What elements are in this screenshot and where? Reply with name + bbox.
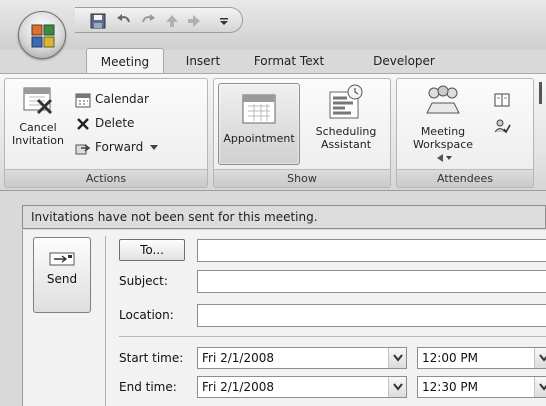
group-show-label: Show: [214, 169, 390, 187]
previous-item-icon[interactable]: [163, 12, 181, 30]
delete-label: Delete: [95, 116, 135, 130]
meeting-workspace-line1: Meeting: [420, 125, 466, 138]
send-button[interactable]: Send: [33, 237, 91, 313]
group-actions-label: Actions: [5, 169, 207, 187]
address-book-icon: [494, 93, 510, 106]
end-date-dropdown[interactable]: [388, 377, 406, 397]
save-icon[interactable]: [89, 12, 107, 30]
chevron-down-icon: [393, 354, 403, 362]
chevron-down-icon: [393, 383, 403, 391]
group-show: Appointment Scheduling Assistant Show: [213, 78, 391, 188]
start-date-dropdown[interactable]: [388, 348, 406, 368]
group-attendees: Meeting Workspace Attendees: [396, 78, 534, 188]
end-time-select[interactable]: 12:30 PM: [417, 376, 546, 398]
info-bar: Invitations have not been sent for this …: [22, 205, 546, 229]
start-time-label: Start time:: [119, 351, 184, 365]
customize-icon[interactable]: [215, 12, 233, 30]
redo-icon[interactable]: [139, 12, 157, 30]
outlook-meeting-window: Meeting Insert Format Text Developer Can…: [0, 0, 546, 406]
location-label: Location:: [119, 308, 174, 322]
appointment-button[interactable]: Appointment: [218, 83, 300, 165]
meeting-form: Send To... Subject: Location: Start time…: [22, 230, 546, 406]
send-icon: [49, 252, 75, 266]
start-date-value: Fri 2/1/2008: [202, 351, 275, 365]
end-time-value: 12:30 PM: [422, 380, 478, 394]
quick-access-toolbar: [75, 7, 243, 33]
start-time-value: 12:00 PM: [422, 351, 478, 365]
cancel-invitation-button[interactable]: Cancel Invitation: [7, 83, 69, 147]
address-book-button[interactable]: [493, 89, 515, 109]
chevron-down-icon: [539, 383, 546, 391]
start-date-select[interactable]: Fri 2/1/2008: [197, 347, 407, 369]
meeting-workspace-icon: [426, 85, 460, 114]
start-time-select[interactable]: 12:00 PM: [417, 347, 546, 369]
scheduling-assistant-line2: Assistant: [320, 138, 372, 151]
cancel-invitation-line2: Invitation: [12, 134, 64, 147]
to-button[interactable]: To...: [119, 239, 185, 261]
forward-button[interactable]: Forward: [75, 137, 162, 157]
scheduling-assistant-icon: [329, 84, 363, 119]
meeting-workspace-button[interactable]: Meeting Workspace: [405, 83, 481, 165]
check-names-icon: [494, 119, 511, 134]
delete-icon: [77, 117, 89, 130]
end-date-value: Fri 2/1/2008: [202, 380, 275, 394]
tab-format-text[interactable]: Format Text: [244, 48, 334, 74]
ribbon-tabs: Meeting Insert Format Text Developer: [74, 48, 546, 74]
group-actions: Cancel Invitation Calendar Delete Forwar…: [4, 78, 208, 188]
meeting-workspace-line2: Workspace: [412, 138, 474, 151]
responses-dropdown-icon: [437, 154, 452, 162]
end-time-dropdown[interactable]: [534, 377, 546, 397]
subject-label: Subject:: [119, 274, 168, 288]
form-divider: [119, 336, 546, 337]
end-date-select[interactable]: Fri 2/1/2008: [197, 376, 407, 398]
next-item-icon[interactable]: [185, 12, 203, 30]
location-field[interactable]: [197, 304, 546, 327]
group-attendees-label: Attendees: [397, 169, 533, 187]
scheduling-assistant-button[interactable]: Scheduling Assistant: [306, 83, 386, 151]
office-button[interactable]: [18, 11, 66, 59]
tab-insert[interactable]: Insert: [174, 48, 232, 74]
tab-meeting[interactable]: Meeting: [86, 48, 164, 74]
appointment-label: Appointment: [223, 132, 295, 145]
calendar-icon: [75, 93, 91, 107]
calendar-button[interactable]: Calendar: [75, 89, 149, 109]
tab-developer[interactable]: Developer: [364, 48, 444, 74]
subject-field[interactable]: [197, 270, 546, 293]
to-field[interactable]: [197, 239, 546, 262]
undo-icon[interactable]: [115, 12, 133, 30]
next-group-edge: [539, 82, 542, 104]
title-bar: [0, 0, 546, 50]
cancel-invitation-icon: [23, 87, 53, 115]
send-label: Send: [46, 272, 78, 286]
send-divider: [105, 236, 106, 406]
appointment-icon: [242, 94, 276, 124]
forward-label: Forward: [95, 140, 144, 154]
delete-button[interactable]: Delete: [75, 113, 134, 133]
cancel-invitation-line1: Cancel: [19, 121, 57, 134]
forward-icon: [75, 143, 91, 154]
scheduling-assistant-line1: Scheduling: [315, 125, 377, 138]
end-time-label: End time:: [119, 380, 177, 394]
ribbon: Cancel Invitation Calendar Delete Forwar…: [0, 73, 546, 191]
chevron-down-icon: [539, 354, 546, 362]
start-time-dropdown[interactable]: [534, 348, 546, 368]
calendar-label: Calendar: [95, 92, 149, 106]
check-names-button[interactable]: [493, 115, 515, 135]
forward-dropdown-icon: [150, 144, 159, 150]
office-logo-icon: [31, 24, 55, 48]
